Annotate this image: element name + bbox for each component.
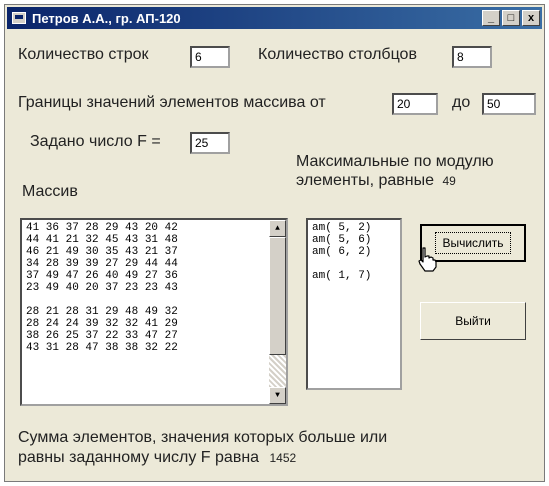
array-row: 28 21 28 31 29 48 49 32 [26,306,178,318]
sum-label-line1: Сумма элементов, значения которых больше… [18,429,388,446]
scroll-down-icon[interactable]: ▼ [269,387,286,404]
f-input[interactable]: 25 [190,132,230,154]
array-row [26,294,282,306]
array-row: 46 21 49 30 35 43 21 37 [26,246,178,258]
array-row: 23 49 40 20 37 23 23 43 [26,282,178,294]
sum-value: 1452 [269,451,297,465]
array-row: 44 41 21 32 45 43 31 48 [26,234,178,246]
title-bar[interactable]: Петров А.А., гр. АП-120 _ □ x [7,7,542,29]
max-label-text: Максимальные по модулю элементы, равные [296,153,494,189]
exit-button[interactable]: Выйти [420,302,526,340]
range-to-label: до [452,94,471,111]
scroll-thumb[interactable] [269,237,286,355]
rows-input[interactable]: 6 [190,46,230,68]
maximize-button[interactable]: □ [502,10,520,26]
array-row: 38 26 25 37 22 33 47 27 [26,330,178,342]
array-scrollbar[interactable]: ▲ ▼ [269,220,286,404]
close-button[interactable]: x [522,10,540,26]
cols-label: Количество столбцов [258,46,417,63]
rows-label: Количество строк [18,46,149,63]
max-value: 49 [442,174,456,188]
array-rows: 41 36 37 28 29 43 20 42 44 41 21 32 45 4… [22,220,286,356]
range-label: Границы значений элементов массива от [18,94,326,111]
position-item: am( 1, 7) [312,270,372,282]
position-item: am( 5, 2) [312,222,372,234]
title-buttons: _ □ x [482,10,540,26]
array-row: 34 28 39 39 27 29 44 44 [26,258,178,270]
position-item [312,258,396,270]
array-row: 43 31 28 47 38 38 32 22 [26,342,178,354]
exit-button-label: Выйти [455,314,491,328]
scroll-up-icon[interactable]: ▲ [269,220,286,237]
app-icon [12,12,26,24]
minimize-button[interactable]: _ [482,10,500,26]
hand-cursor-icon [418,247,437,272]
window-title: Петров А.А., гр. АП-120 [32,10,181,26]
sum-label: Сумма элементов, значения которых больше… [18,428,387,468]
positions-listbox[interactable]: am( 5, 2) am( 5, 6) am( 6, 2) am( 1, 7) [306,218,402,390]
array-row: 28 24 24 39 32 32 41 29 [26,318,178,330]
array-row: 41 36 37 28 29 43 20 42 [26,222,178,234]
array-row: 37 49 47 26 40 49 27 36 [26,270,178,282]
sum-label-line2: равны заданному числу F равна 1452 [18,448,387,468]
position-item: am( 6, 2) [312,246,372,258]
array-label: Массив [22,183,78,200]
sum-label-line2-text: равны заданному числу F равна [18,449,260,466]
f-label: Задано число F = [30,133,161,150]
max-label: Максимальные по модулю элементы, равные … [296,152,544,191]
range-to-input[interactable]: 50 [482,93,536,115]
calculate-button-label: Вычислить [435,232,511,254]
array-listbox[interactable]: 41 36 37 28 29 43 20 42 44 41 21 32 45 4… [20,218,288,406]
range-from-input[interactable]: 20 [392,93,438,115]
position-item: am( 5, 6) [312,234,372,246]
cols-input[interactable]: 8 [452,46,492,68]
positions-rows: am( 5, 2) am( 5, 6) am( 6, 2) am( 1, 7) [308,220,400,284]
